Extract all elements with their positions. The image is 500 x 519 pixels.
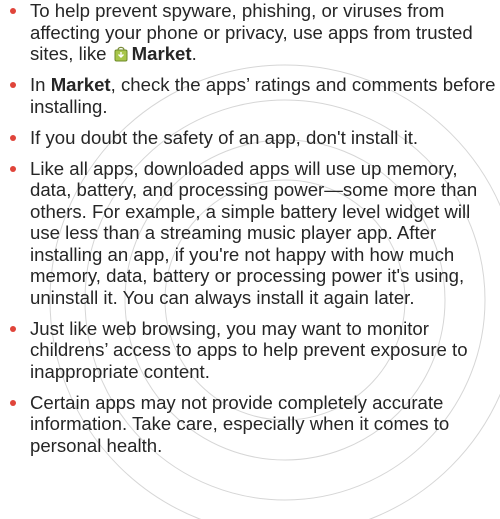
bullet-item: In Market, check the apps’ ratings and c… xyxy=(10,74,498,117)
bullet-text: Like all apps, downloaded apps will use … xyxy=(30,157,478,308)
bullet-dot xyxy=(10,134,16,141)
bullet-list: To help prevent spyware, phishing, or vi… xyxy=(10,0,498,456)
bullet-text-start: To help prevent spyware, phishing, or vi… xyxy=(30,0,473,64)
bullet-text-end: . xyxy=(191,43,197,64)
bullet-dot xyxy=(10,8,16,14)
bullet-item: Certain apps may not provide completely … xyxy=(10,392,498,457)
bullet-dot xyxy=(10,399,16,406)
market-bag-icon xyxy=(114,46,128,62)
market-label: Market xyxy=(131,43,192,64)
market-label: Market xyxy=(50,74,111,96)
bullet-text: If you doubt the safety of an app, don't… xyxy=(30,126,419,148)
bullet-dot xyxy=(10,82,16,89)
bullet-text-start: In xyxy=(30,74,51,96)
bullet-item: Like all apps, downloaded apps will use … xyxy=(10,158,498,309)
bullet-item: If you doubt the safety of an app, don't… xyxy=(10,127,498,149)
bullet-dot xyxy=(10,165,16,172)
bullet-dot xyxy=(10,325,16,332)
bullet-text: Certain apps may not provide completely … xyxy=(30,391,450,456)
bullet-text: Just like web browsing, you may want to … xyxy=(30,317,468,382)
bullet-item: To help prevent spyware, phishing, or vi… xyxy=(10,0,498,65)
bullet-item: Just like web browsing, you may want to … xyxy=(10,318,498,383)
